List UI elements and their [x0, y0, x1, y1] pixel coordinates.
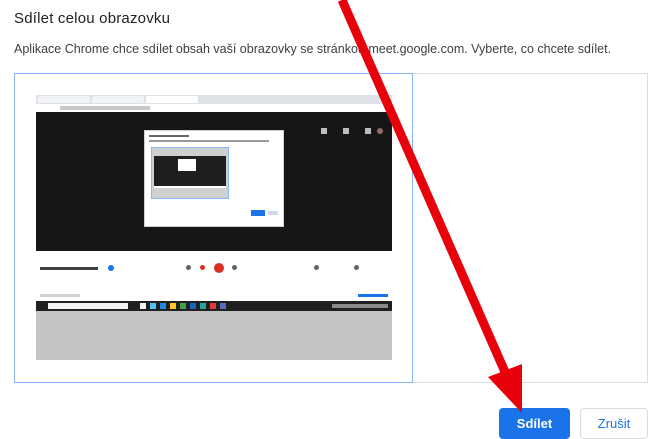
preview-meeting-name [40, 267, 98, 270]
preview-taskbar-app [140, 303, 146, 309]
preview-taskbar-tray [332, 304, 388, 308]
preview-avatar-icon [377, 128, 383, 134]
share-screen-dialog: Sdílet celou obrazovku Aplikace Chrome c… [0, 0, 655, 439]
preview-dialog-share-button [251, 210, 265, 216]
preview-dialog-thumb-bar [154, 186, 226, 188]
screen-preview-image [36, 95, 392, 360]
preview-taskbar-app [170, 303, 176, 309]
preview-tab [92, 96, 144, 103]
preview-statusbar [36, 291, 392, 301]
preview-icon [365, 128, 371, 134]
preview-meet-icons [321, 126, 387, 136]
share-button[interactable]: Sdílet [499, 408, 570, 439]
preview-status-left [40, 294, 80, 297]
preview-status-right [358, 294, 388, 297]
dialog-title: Sdílet celou obrazovku [14, 10, 171, 27]
screen-thumbnail-tile[interactable] [14, 73, 413, 383]
preview-chat-icon [354, 265, 359, 270]
preview-share-dialog [144, 130, 284, 227]
preview-tabbar [36, 95, 392, 104]
preview-tab [146, 96, 198, 103]
preview-dialog-text [149, 140, 269, 142]
preview-mic-icon [186, 265, 191, 270]
preview-dialog-title [149, 135, 189, 137]
preview-taskbar-app [160, 303, 166, 309]
preview-taskbar-app [200, 303, 206, 309]
preview-shield-icon [108, 265, 114, 271]
preview-addressbar [36, 104, 392, 112]
preview-dialog-cancel-button [268, 211, 278, 215]
preview-more-icon [232, 265, 237, 270]
preview-taskbar [36, 301, 392, 311]
preview-dialog-thumb [151, 147, 229, 199]
preview-taskbar-app [150, 303, 156, 309]
preview-url [60, 106, 150, 110]
preview-tab [38, 96, 90, 103]
preview-dialog-thumb-box [178, 159, 196, 171]
cancel-button[interactable]: Zrušit [580, 408, 648, 439]
preview-present-icon [214, 263, 224, 273]
preview-taskbar-search [48, 303, 128, 309]
preview-taskbar-app [180, 303, 186, 309]
preview-icon [343, 128, 349, 134]
dialog-description: Aplikace Chrome chce sdílet obsah vaší o… [14, 42, 612, 56]
preview-icon [321, 128, 327, 134]
preview-taskbar-app [190, 303, 196, 309]
preview-dialog-thumb-screen [154, 156, 226, 188]
preview-taskbar-app [210, 303, 216, 309]
preview-hangup-icon [200, 265, 205, 270]
preview-people-icon [314, 265, 319, 270]
preview-taskbar-app [220, 303, 226, 309]
